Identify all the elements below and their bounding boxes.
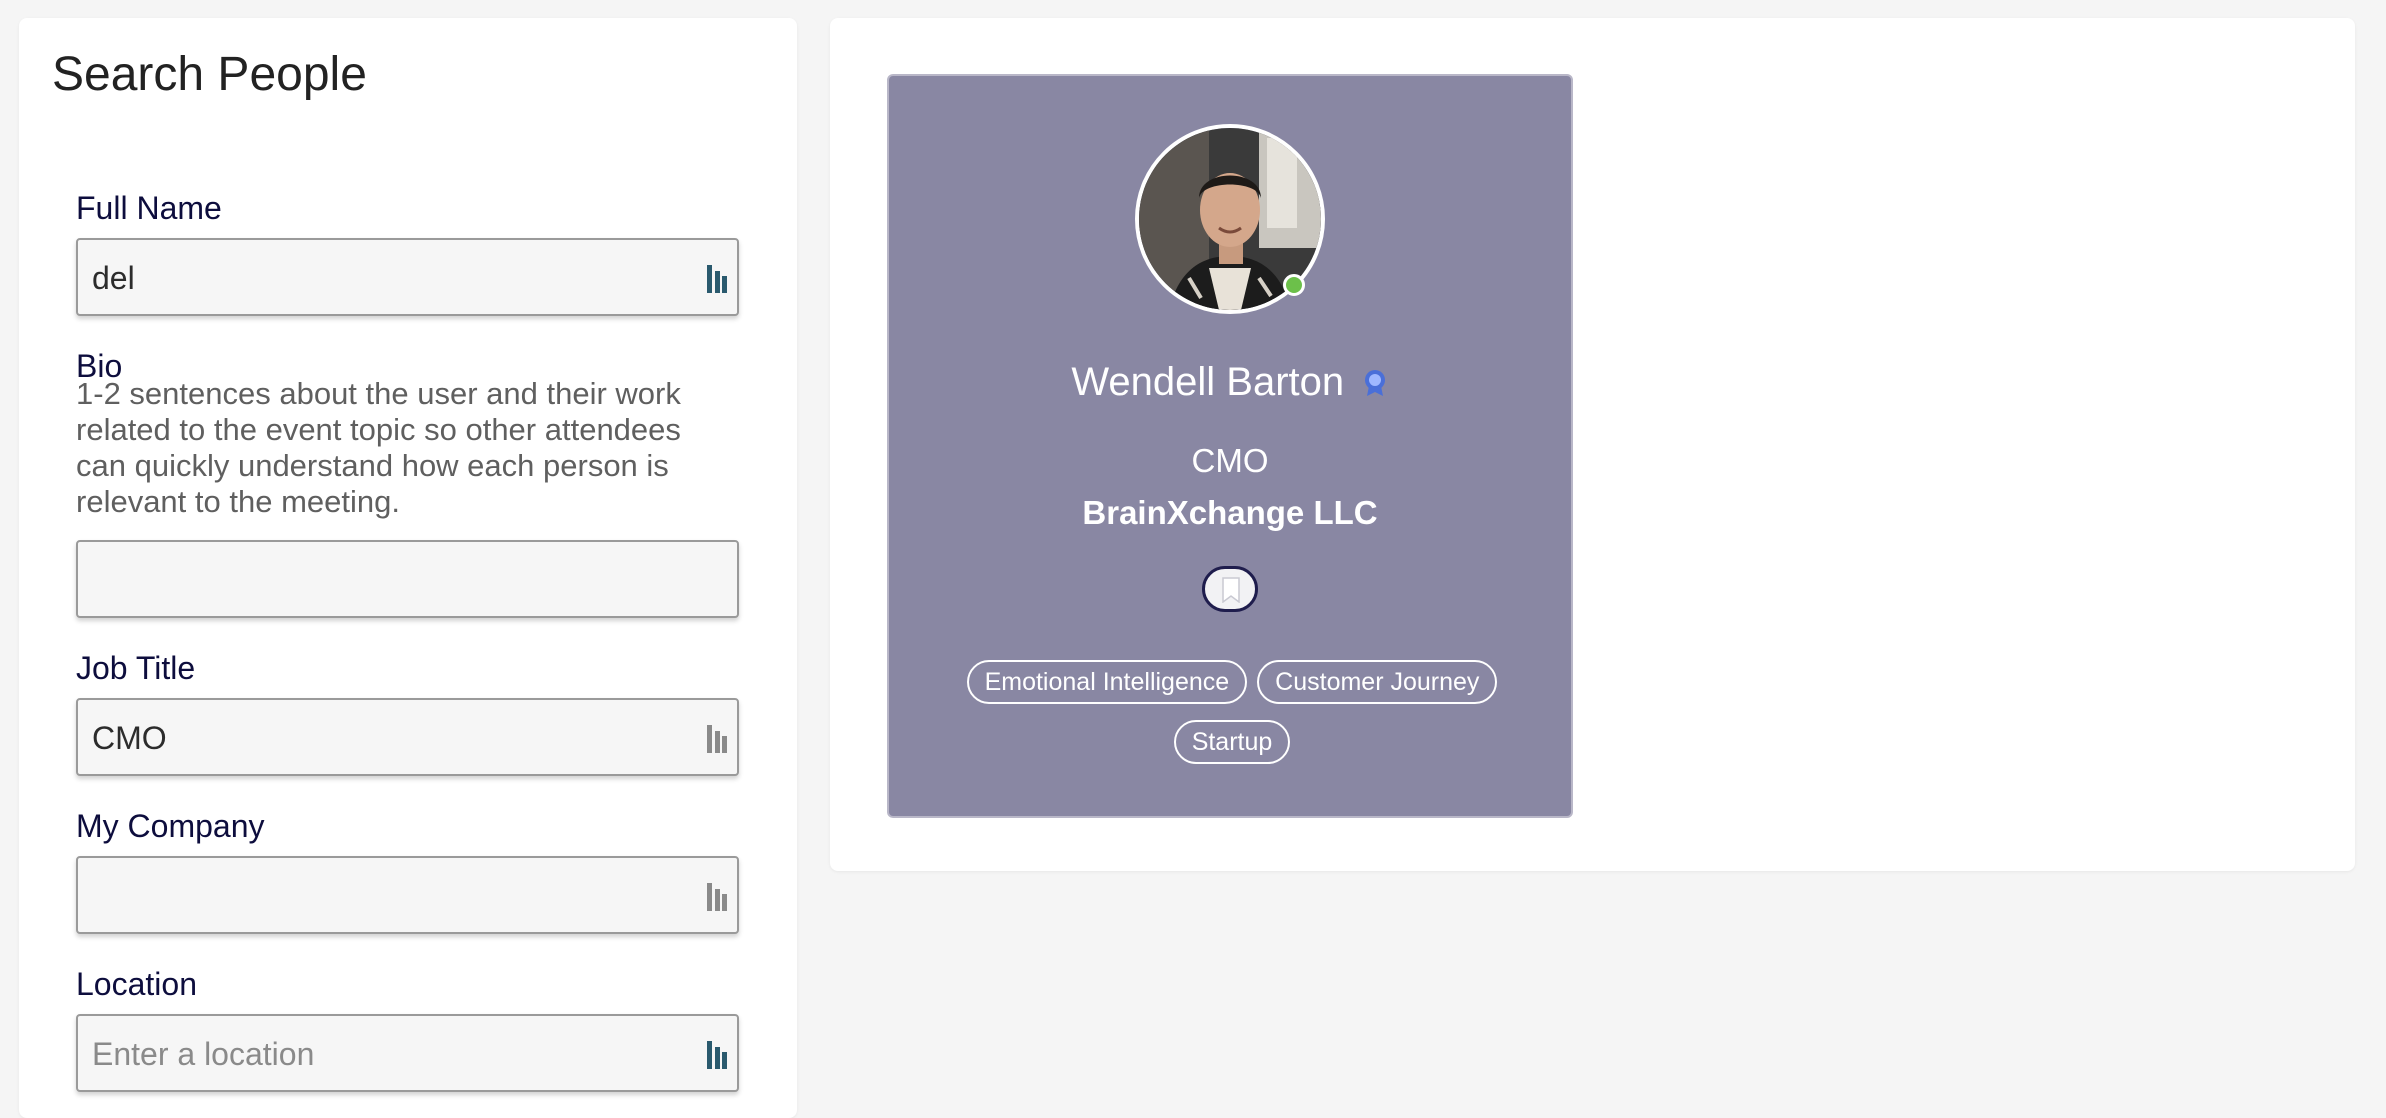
job-title-input[interactable]: CMO	[76, 698, 739, 776]
location-input[interactable]: Enter a location	[76, 1014, 739, 1092]
job-title-value: CMO	[92, 720, 167, 756]
location-placeholder: Enter a location	[92, 1036, 315, 1072]
password-manager-icon[interactable]	[705, 264, 729, 294]
person-name-row: Wendell Barton	[889, 360, 1571, 405]
password-manager-icon[interactable]	[705, 1040, 729, 1070]
page-title: Search People	[52, 48, 367, 101]
full-name-input[interactable]: del	[76, 238, 739, 316]
tag-startup[interactable]: Startup	[1173, 720, 1291, 764]
password-manager-icon[interactable]	[705, 724, 729, 754]
bookmark-icon	[1222, 577, 1240, 603]
person-name[interactable]: Wendell Barton	[1071, 360, 1344, 404]
avatar-wrapper	[1135, 124, 1325, 314]
interest-tags: Emotional Intelligence Customer Journey …	[949, 660, 1515, 764]
tag-customer-journey[interactable]: Customer Journey	[1257, 660, 1498, 704]
search-panel: Search People Full Name del Bio 1-2 sent…	[19, 18, 797, 1118]
location-label: Location	[76, 966, 197, 1002]
person-card[interactable]: Wendell Barton CMO BrainXchange LLC Emot…	[887, 74, 1573, 818]
company-label: My Company	[76, 808, 265, 844]
full-name-label: Full Name	[76, 190, 222, 226]
company-input[interactable]	[76, 856, 739, 934]
password-manager-icon[interactable]	[705, 882, 729, 912]
tag-emotional-intelligence[interactable]: Emotional Intelligence	[966, 660, 1248, 704]
bio-help-text: 1-2 sentences about the user and their w…	[76, 376, 681, 519]
full-name-value: del	[92, 260, 135, 296]
job-title-label: Job Title	[76, 650, 196, 686]
online-status-dot	[1283, 274, 1305, 296]
person-job-title: CMO	[1191, 442, 1269, 479]
person-company: BrainXchange LLC	[1082, 494, 1378, 531]
bio-input[interactable]	[76, 540, 739, 618]
bookmark-button[interactable]	[1202, 566, 1258, 612]
verified-badge-icon	[1361, 368, 1389, 398]
results-panel: Wendell Barton CMO BrainXchange LLC Emot…	[830, 18, 2355, 871]
